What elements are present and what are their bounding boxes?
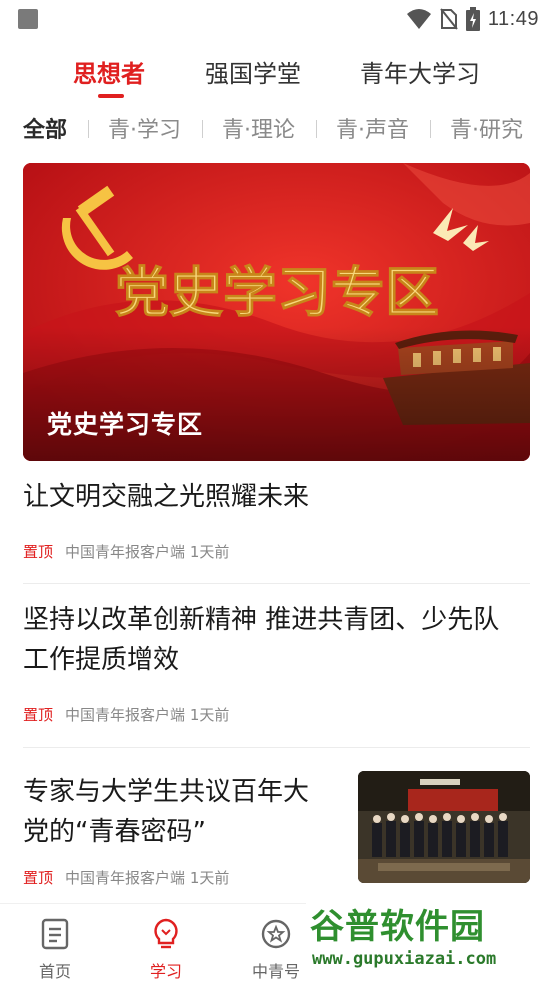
pinned-badge: 置顶 — [23, 706, 54, 724]
article-time: 1天前 — [189, 869, 230, 887]
status-bar: 11:49 — [0, 0, 553, 38]
filter-qing-theory[interactable]: 青·理论 — [222, 112, 295, 144]
nav-home[interactable]: 首页 — [20, 918, 90, 982]
star-circle-icon — [261, 919, 291, 949]
article-title-line: 专家与大学生共议百年大 — [23, 777, 310, 807]
top-tab-bar: 思想者 强国学堂 青年大学习 — [0, 50, 553, 100]
article-source: 中国青年报客户端 — [65, 706, 186, 724]
article-source: 中国青年报客户端 — [65, 543, 186, 561]
site-watermark: 谷普软件园 www.gupuxiazai.com — [306, 893, 553, 983]
nav-study[interactable]: 学习 — [131, 918, 201, 982]
battery-charging-icon — [465, 7, 480, 31]
filter-divider — [430, 120, 431, 138]
tab-qiangguo-school[interactable]: 强国学堂 — [205, 54, 301, 89]
group-photo-image — [358, 771, 530, 883]
banner-caption: 党史学习专区 — [47, 410, 204, 439]
nav-zhongqing-account[interactable]: 中青号 — [241, 918, 311, 982]
no-sim-icon — [440, 8, 458, 30]
article-item[interactable]: 专家与大学生共议百年大 党的“青春密码” — [23, 772, 343, 852]
divider — [23, 583, 530, 584]
article-time: 1天前 — [189, 543, 230, 561]
nav-label: 学习 — [149, 962, 182, 981]
article-title: 让文明交融之光照耀未来 — [23, 482, 310, 512]
article-item[interactable]: 让文明交融之光照耀未来 — [23, 477, 530, 517]
article-thumbnail[interactable] — [358, 771, 530, 883]
watermark-url: www.gupuxiazai.com — [312, 949, 497, 969]
article-time: 1天前 — [189, 706, 230, 724]
nav-label: 中青号 — [251, 962, 300, 981]
divider — [23, 747, 530, 748]
filter-divider — [88, 120, 89, 138]
article-item[interactable]: 坚持以改革创新精神 推进共青团、少先队 工作提质增效 — [23, 600, 530, 680]
watermark-name: 谷普软件园 — [310, 907, 485, 947]
filter-all[interactable]: 全部 — [23, 112, 67, 144]
filter-qing-research[interactable]: 青·研究 — [450, 112, 523, 144]
tab-youth-study[interactable]: 青年大学习 — [360, 54, 480, 89]
party-history-banner[interactable]: 党史学习专区 党史学习专区 — [23, 163, 530, 461]
status-icons: 11:49 — [406, 6, 539, 32]
category-filter-bar: 全部 青·学习 青·理论 青·声音 青·研究 — [0, 112, 553, 146]
article-title-line: 党的“青春密码” — [23, 817, 206, 847]
article-meta: 置顶 中国青年报客户端 1天前 — [23, 867, 229, 888]
nav-label: 首页 — [38, 962, 71, 981]
clock: 11:49 — [487, 7, 539, 30]
lightbulb-icon — [154, 918, 178, 949]
pinned-badge: 置顶 — [23, 869, 54, 887]
pinned-badge: 置顶 — [23, 543, 54, 561]
article-source: 中国青年报客户端 — [65, 869, 186, 887]
tab-thinker[interactable]: 思想者 — [73, 54, 145, 89]
article-meta: 置顶 中国青年报客户端 1天前 — [23, 541, 229, 562]
filter-qing-voice[interactable]: 青·声音 — [336, 112, 409, 144]
wifi-icon — [406, 9, 431, 29]
notification-square-icon — [18, 9, 38, 29]
article-meta: 置顶 中国青年报客户端 1天前 — [23, 704, 229, 725]
filter-qing-study[interactable]: 青·学习 — [108, 112, 181, 144]
filter-divider — [316, 120, 317, 138]
filter-divider — [202, 120, 203, 138]
active-tab-indicator — [98, 94, 124, 98]
article-title-line: 工作提质增效 — [23, 645, 180, 675]
article-title-line: 坚持以改革创新精神 推进共青团、少先队 — [23, 605, 500, 635]
document-icon — [41, 918, 69, 950]
